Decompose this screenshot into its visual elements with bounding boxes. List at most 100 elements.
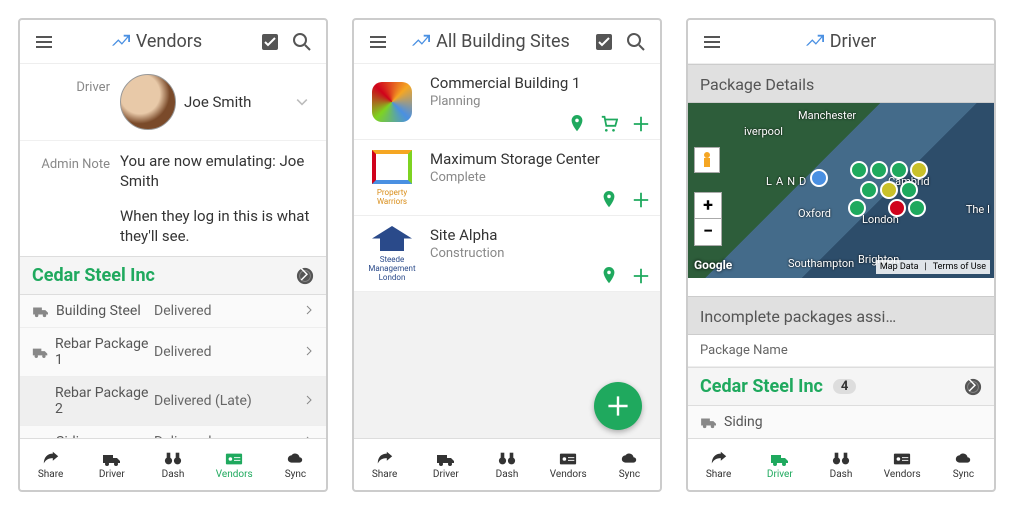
search-icon[interactable] <box>286 26 318 58</box>
map-label: The I <box>966 203 990 216</box>
screen-vendors: Vendors Driver Joe Smith Admin Note You … <box>18 18 328 492</box>
tab-dash[interactable]: Dash <box>810 439 871 490</box>
plus-icon[interactable] <box>632 267 650 285</box>
package-row[interactable]: Siding <box>688 406 994 438</box>
truck-icon <box>32 304 50 318</box>
driver-avatar <box>120 74 176 130</box>
pin-icon[interactable] <box>600 191 618 209</box>
map-marker[interactable] <box>888 199 906 217</box>
menu-icon[interactable] <box>362 26 394 58</box>
bottom-nav: Share Driver Dash Vendors Sync <box>354 438 660 490</box>
tab-driver[interactable]: Driver <box>81 439 142 490</box>
pegman-icon[interactable] <box>694 147 720 173</box>
plus-icon[interactable] <box>632 115 650 133</box>
section-package-details: Package Details <box>688 64 994 103</box>
cart-icon[interactable] <box>600 115 618 133</box>
trend-icon <box>412 33 430 51</box>
vendor-group-header[interactable]: Cedar Steel Inc <box>20 256 326 295</box>
topbar: Vendors <box>20 20 326 64</box>
bottom-nav: Share Driver Dash Vendors Sync <box>688 438 994 490</box>
tab-share[interactable]: Share <box>20 439 81 490</box>
truck-icon <box>700 415 718 429</box>
tab-share[interactable]: Share <box>688 439 749 490</box>
chevron-right-icon <box>304 344 314 360</box>
topbar: Driver <box>688 20 994 64</box>
map[interactable]: + − Manchester iverpool LAND Cambrid Oxf… <box>688 103 994 277</box>
vendor-name: Cedar Steel Inc <box>700 376 823 397</box>
pin-icon[interactable] <box>568 115 586 133</box>
admin-note-line-1: You are now emulating: Joe Smith <box>120 151 314 192</box>
site-row[interactable]: Steede Management London Site Alpha Cons… <box>354 216 660 292</box>
chevron-right-icon <box>304 393 314 409</box>
zoom-in[interactable]: + <box>695 193 721 219</box>
page-title: All Building Sites <box>394 31 588 52</box>
driver-label: Driver <box>32 74 120 95</box>
chevron-right-icon <box>304 303 314 319</box>
admin-note-line-2: When they log in this is what they'll se… <box>120 206 314 247</box>
plus-icon[interactable] <box>632 191 650 209</box>
driver-name: Joe Smith <box>184 93 251 111</box>
map-attribution[interactable]: Map Data|Terms of Use <box>876 260 990 274</box>
menu-icon[interactable] <box>28 26 60 58</box>
trend-icon <box>806 33 824 51</box>
count-badge: 4 <box>833 379 856 394</box>
tab-sync[interactable]: Sync <box>599 439 660 490</box>
tab-dash[interactable]: Dash <box>476 439 537 490</box>
screen-sites: All Building Sites Commercial Building 1… <box>352 18 662 492</box>
map-marker[interactable] <box>908 199 926 217</box>
select-mode-icon[interactable] <box>588 26 620 58</box>
map-label: Southampton <box>788 257 854 270</box>
package-row[interactable]: Rebar Package 1 Delivered <box>20 328 326 377</box>
search-icon[interactable] <box>620 26 652 58</box>
admin-note-row: Admin Note You are now emulating: Joe Sm… <box>20 141 326 256</box>
zoom-out[interactable]: − <box>695 219 721 245</box>
map-marker[interactable] <box>900 181 918 199</box>
tab-vendors[interactable]: Vendors <box>538 439 599 490</box>
select-mode-icon[interactable] <box>254 26 286 58</box>
tab-driver[interactable]: Driver <box>749 439 810 490</box>
vendor-group-header[interactable]: Cedar Steel Inc 4 <box>688 367 994 406</box>
map-label: iverpool <box>744 125 783 138</box>
chevron-down-icon <box>294 94 310 114</box>
column-header: Package Name <box>688 335 994 367</box>
admin-note-label: Admin Note <box>32 151 120 172</box>
tab-dash[interactable]: Dash <box>142 439 203 490</box>
map-marker[interactable] <box>880 181 898 199</box>
package-row[interactable]: Siding Delivered <box>20 426 326 438</box>
site-row[interactable]: Commercial Building 1 Planning <box>354 64 660 140</box>
vendor-name: Cedar Steel Inc <box>32 265 155 286</box>
screen-driver: Driver Package Details + − Manchester iv… <box>686 18 996 492</box>
map-label: Manchester <box>798 109 856 122</box>
map-marker[interactable] <box>850 161 868 179</box>
tab-share[interactable]: Share <box>354 439 415 490</box>
tab-sync[interactable]: Sync <box>265 439 326 490</box>
map-marker[interactable] <box>810 169 828 187</box>
tab-sync[interactable]: Sync <box>933 439 994 490</box>
site-logo <box>364 74 420 130</box>
menu-icon[interactable] <box>696 26 728 58</box>
fab-add[interactable] <box>594 382 642 430</box>
site-row[interactable]: Property Warriors Maximum Storage Center… <box>354 140 660 216</box>
pin-icon[interactable] <box>600 267 618 285</box>
truck-icon <box>32 345 49 359</box>
site-logo: Property Warriors <box>364 150 420 206</box>
topbar: All Building Sites <box>354 20 660 64</box>
tab-vendors[interactable]: Vendors <box>204 439 265 490</box>
zoom-controls: + − <box>694 192 722 246</box>
tab-driver[interactable]: Driver <box>415 439 476 490</box>
map-label: LAND <box>766 175 810 188</box>
site-logo: Steede Management London <box>364 226 420 282</box>
map-marker[interactable] <box>870 161 888 179</box>
page-title: Driver <box>728 31 954 52</box>
map-marker[interactable] <box>860 181 878 199</box>
package-row[interactable]: Rebar Package 2 Delivered (Late) <box>20 377 326 426</box>
page-title: Vendors <box>60 31 254 52</box>
tab-vendors[interactable]: Vendors <box>872 439 933 490</box>
section-incomplete: Incomplete packages assi… <box>688 296 994 335</box>
driver-row[interactable]: Driver Joe Smith <box>20 64 326 141</box>
package-row[interactable]: Building Steel Delivered <box>20 295 326 328</box>
map-label: Oxford <box>798 207 831 220</box>
disclosure-icon <box>964 378 982 396</box>
disclosure-icon <box>296 267 314 285</box>
google-logo: Google <box>694 258 732 272</box>
